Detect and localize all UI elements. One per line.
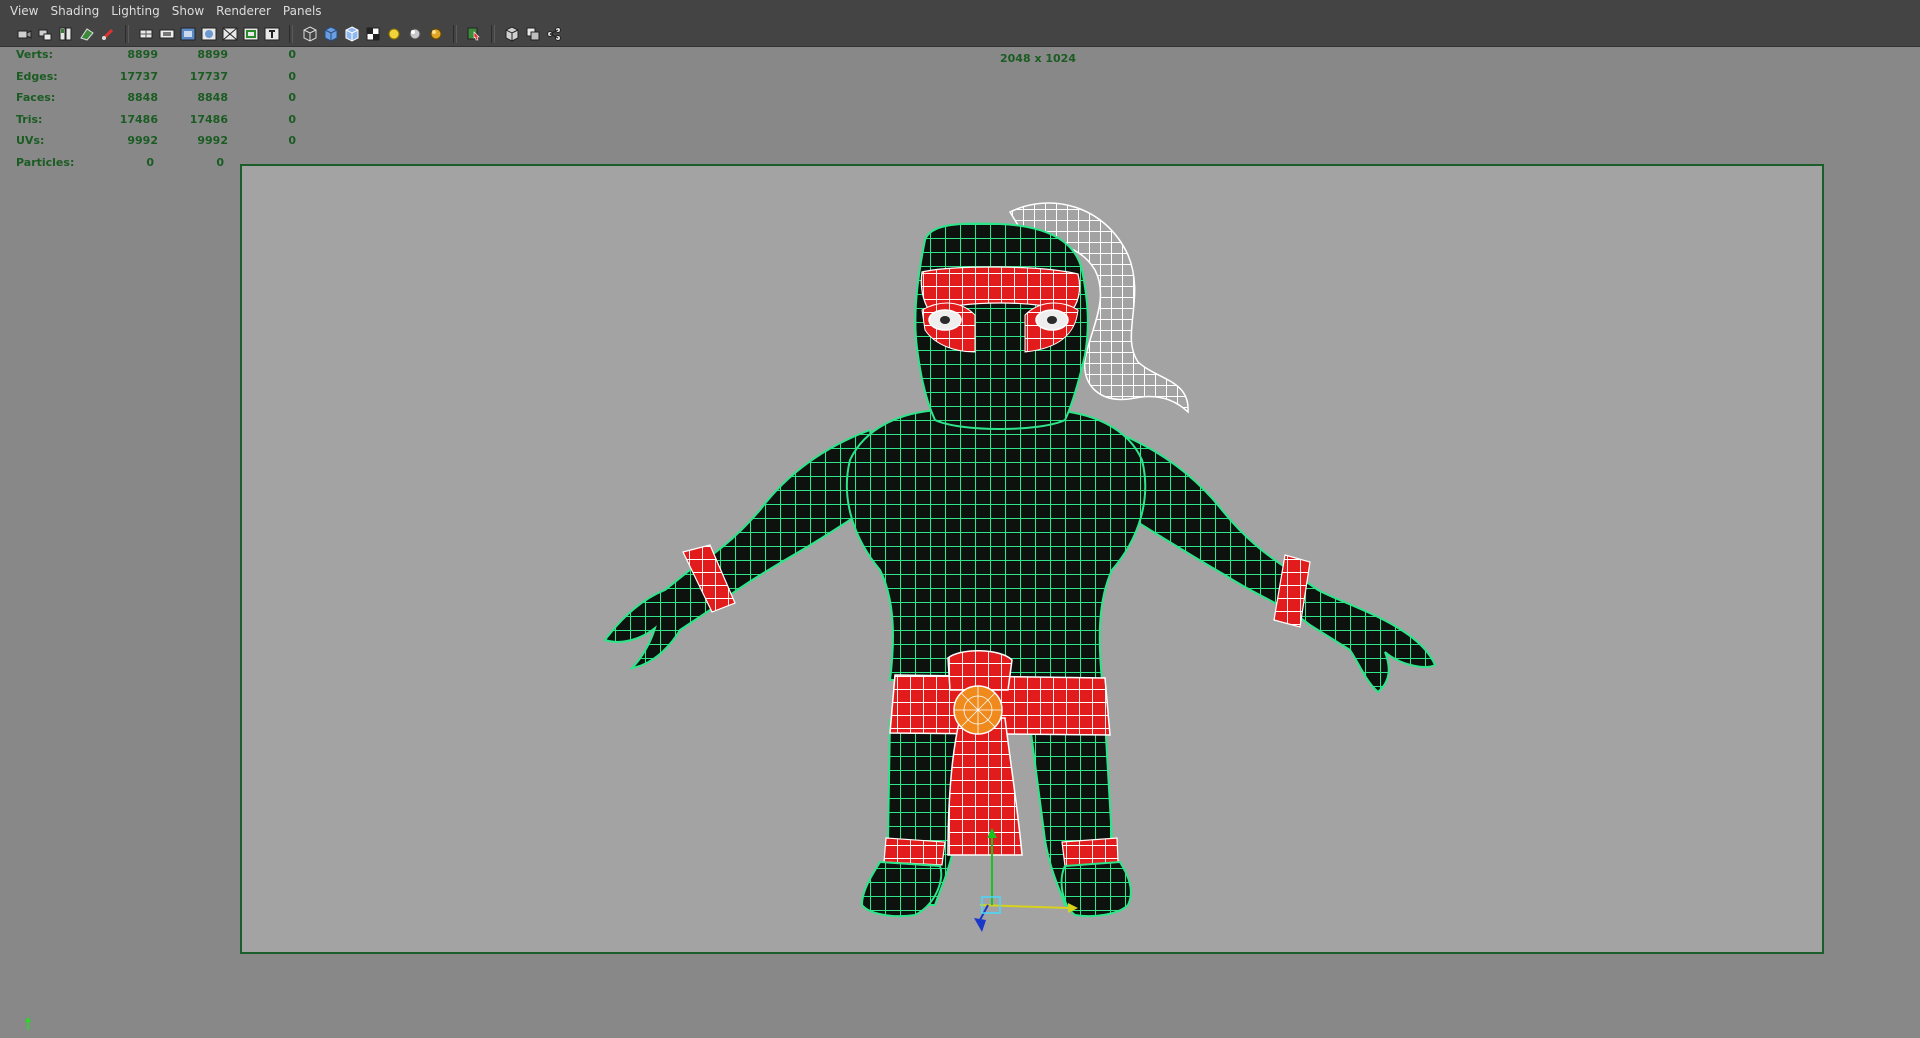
left-ankle-wrap[interactable] bbox=[883, 837, 946, 866]
character-model[interactable] bbox=[0, 0, 1920, 1038]
left-pupil bbox=[940, 316, 950, 324]
torso-mesh[interactable] bbox=[845, 409, 1147, 681]
view-axis-icon bbox=[25, 1017, 31, 1030]
belt-knot[interactable] bbox=[947, 650, 1013, 691]
left-foot-mesh[interactable] bbox=[860, 860, 943, 918]
emblem-spokes bbox=[954, 686, 1002, 734]
left-arm-mesh[interactable] bbox=[603, 428, 882, 670]
belt-flap[interactable] bbox=[947, 717, 1023, 856]
right-pupil bbox=[1047, 316, 1057, 324]
maya-viewport-window: View Shading Lighting Show Renderer Pane… bbox=[0, 0, 1920, 1038]
right-arm-mesh[interactable] bbox=[1109, 428, 1437, 694]
